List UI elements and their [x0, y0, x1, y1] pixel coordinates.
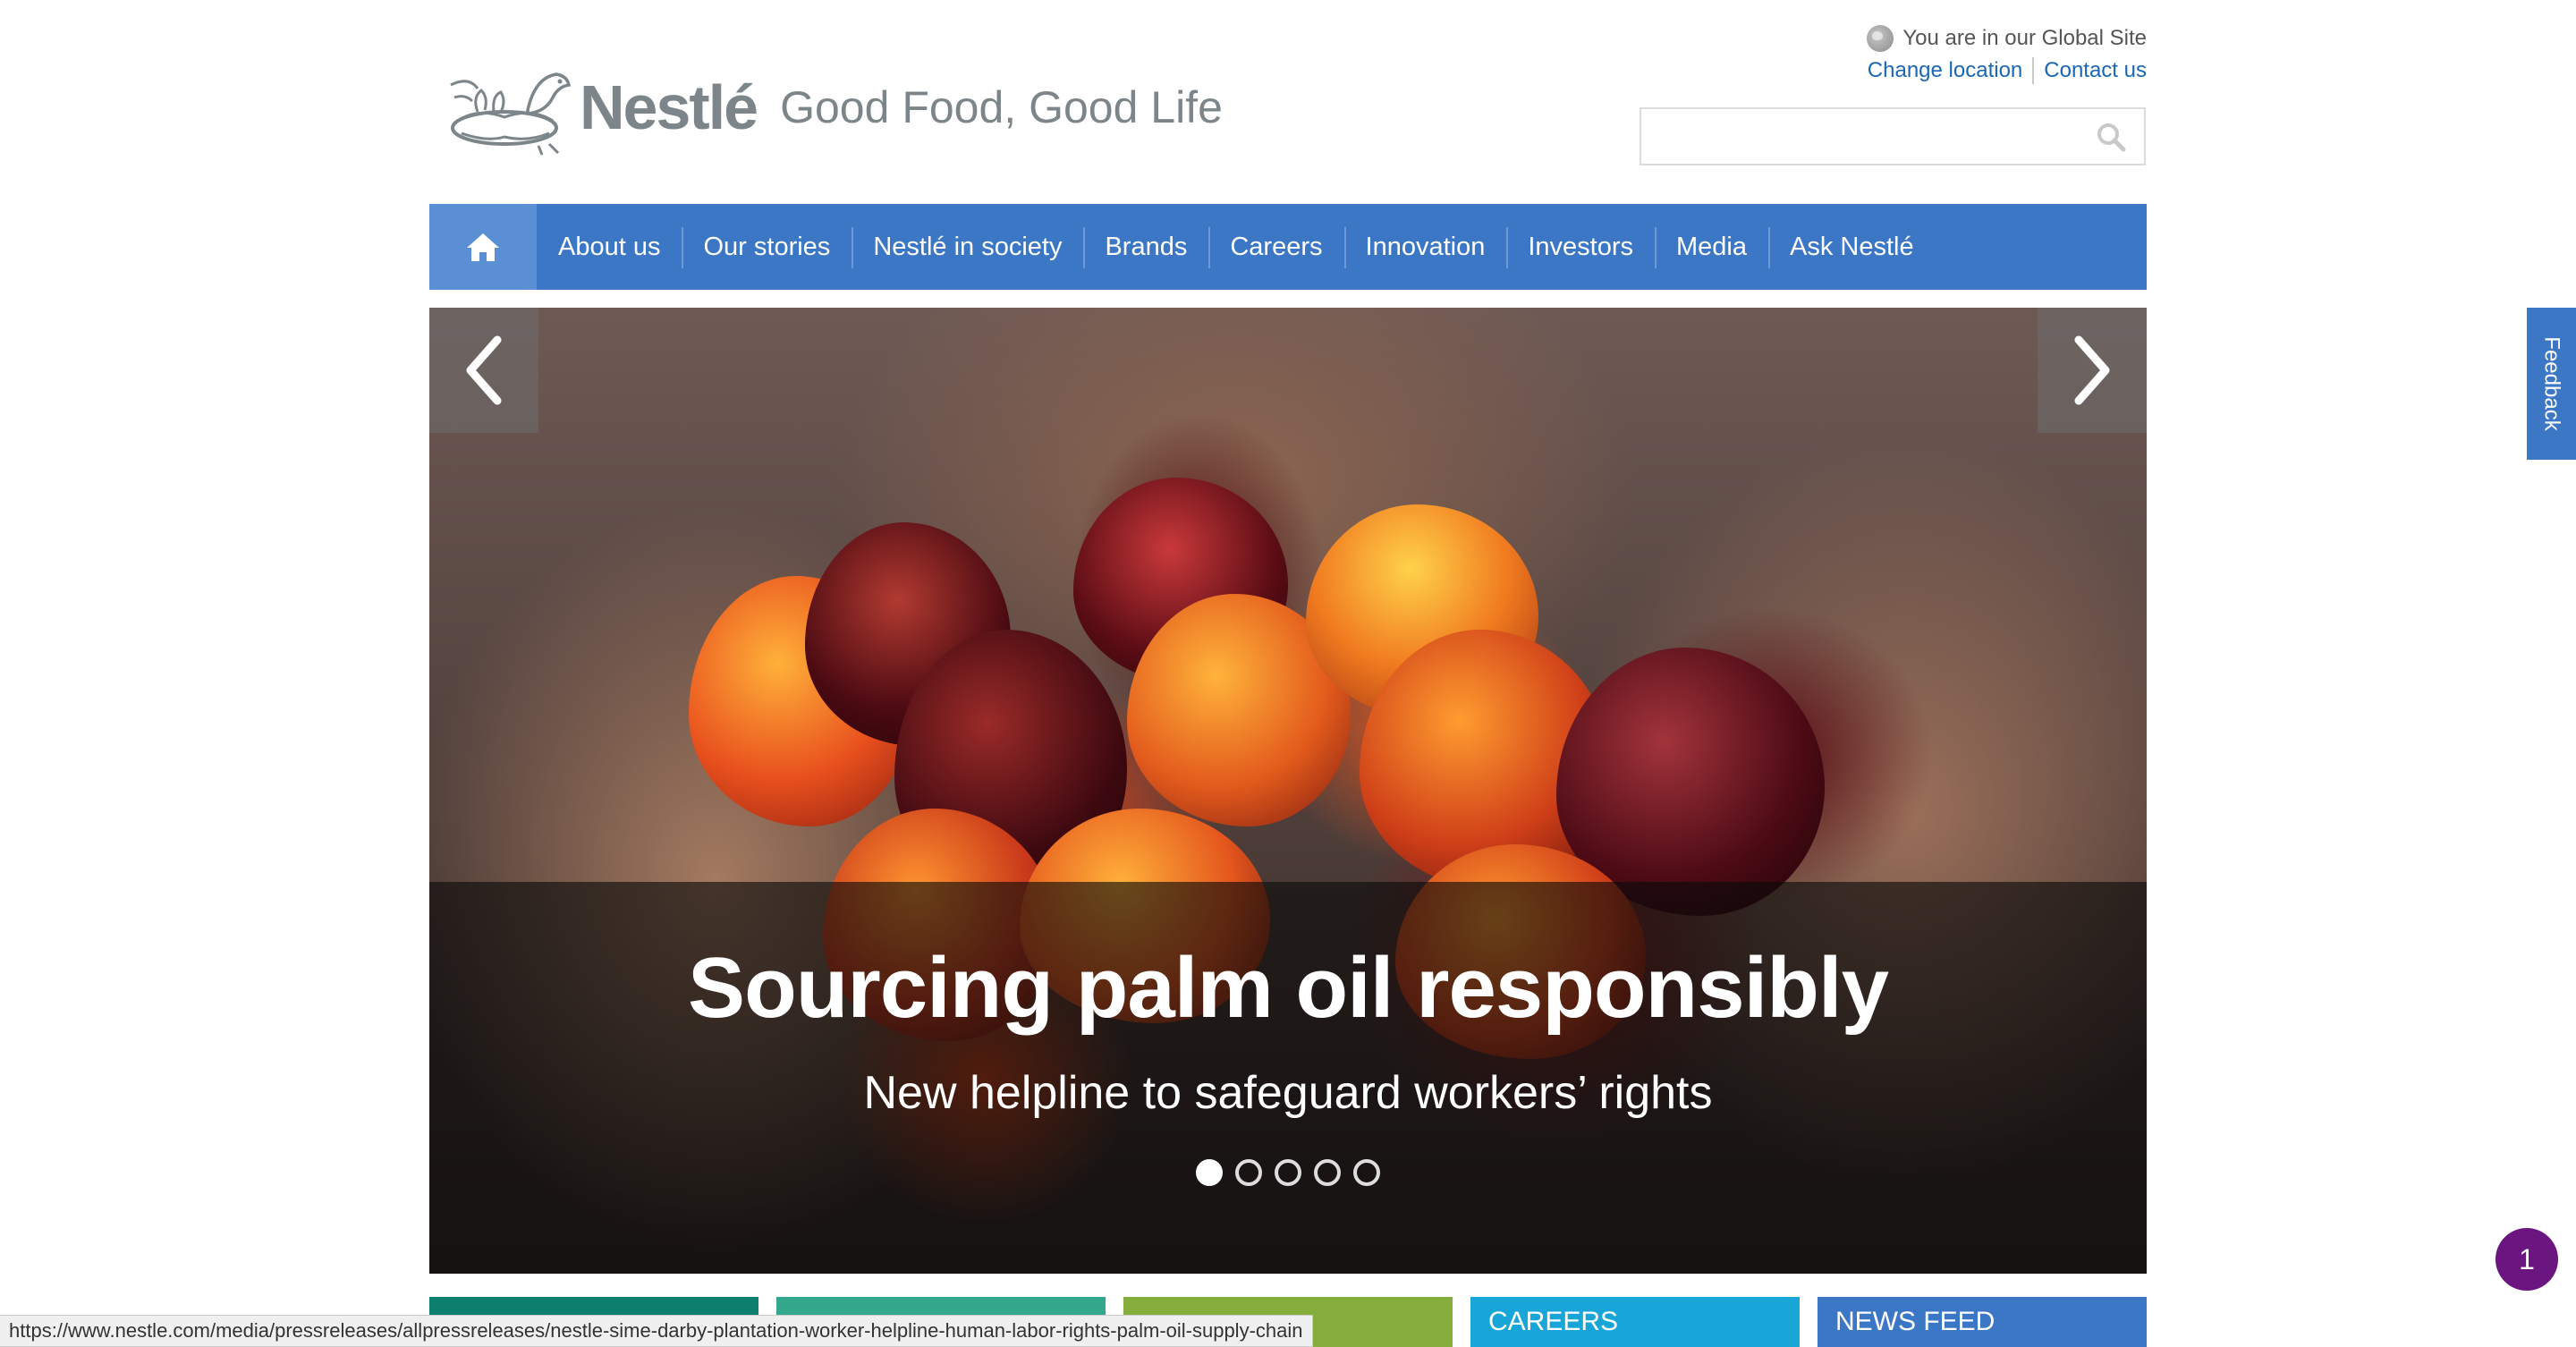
carousel-dot-2[interactable] — [1235, 1159, 1262, 1186]
global-site-text: You are in our Global Site — [1902, 26, 2147, 50]
feedback-tab[interactable]: Feedback — [2527, 308, 2576, 460]
carousel-dot-5[interactable] — [1353, 1159, 1380, 1186]
nav-item-brands[interactable]: Brands — [1083, 204, 1208, 290]
contact-us-link[interactable]: Contact us — [2044, 58, 2147, 83]
nav-item-about-us[interactable]: About us — [537, 204, 682, 290]
carousel-pagination — [429, 1159, 2147, 1186]
change-location-link[interactable]: Change location — [1868, 58, 2022, 83]
nav-item-our-stories[interactable]: Our stories — [682, 204, 852, 290]
link-divider — [2032, 57, 2035, 84]
carousel-dot-3[interactable] — [1275, 1159, 1301, 1186]
nav-item-media[interactable]: Media — [1655, 204, 1768, 290]
status-bar-url: https://www.nestle.com/media/pressreleas… — [0, 1315, 1313, 1347]
search-input[interactable] — [1640, 107, 2146, 165]
nav-item-innovation[interactable]: Innovation — [1343, 204, 1507, 290]
notification-badge[interactable]: 1 — [2496, 1228, 2558, 1291]
bird-nest-logo-icon — [450, 72, 572, 156]
feedback-label: Feedback — [2539, 336, 2564, 431]
utility-links: Change location Contact us — [1868, 57, 2147, 84]
nav-item-ask-nestle[interactable]: Ask Nestlé — [1768, 204, 1936, 290]
home-icon — [467, 233, 499, 261]
logo-wordmark: Nestlé — [580, 72, 758, 142]
nav-item-nestle-in-society[interactable]: Nestlé in society — [852, 204, 1083, 290]
main-navigation: About us Our stories Nestlé in society B… — [429, 204, 2147, 290]
nav-item-investors[interactable]: Investors — [1506, 204, 1655, 290]
nav-item-careers[interactable]: Careers — [1208, 204, 1343, 290]
carousel-next-button[interactable] — [2038, 308, 2147, 433]
tile-news-feed[interactable]: NEWS FEED — [1818, 1297, 2147, 1347]
hero-title[interactable]: Sourcing palm oil responsibly — [429, 939, 2147, 1038]
search-icon[interactable] — [2096, 122, 2126, 152]
hero-carousel[interactable]: Sourcing palm oil responsibly New helpli… — [429, 308, 2147, 1274]
hero-subtitle[interactable]: New helpline to safeguard workers’ right… — [429, 1066, 2147, 1120]
tile-careers[interactable]: CAREERS — [1470, 1297, 1800, 1347]
carousel-prev-button[interactable] — [429, 308, 538, 433]
chevron-left-icon — [466, 335, 502, 405]
carousel-dot-1[interactable] — [1196, 1159, 1223, 1186]
tile-careers-label: CAREERS — [1488, 1307, 1619, 1336]
logo-tagline: Good Food, Good Life — [780, 82, 1223, 132]
nestle-logo[interactable]: Nestlé Good Food, Good Life — [442, 54, 1223, 161]
globe-icon — [1867, 25, 1894, 52]
nav-home-button[interactable] — [429, 204, 537, 290]
chevron-right-icon — [2074, 335, 2110, 405]
carousel-dot-4[interactable] — [1314, 1159, 1341, 1186]
tile-news-feed-label: NEWS FEED — [1835, 1307, 1996, 1336]
global-site-indicator: You are in our Global Site — [1867, 23, 2147, 54]
